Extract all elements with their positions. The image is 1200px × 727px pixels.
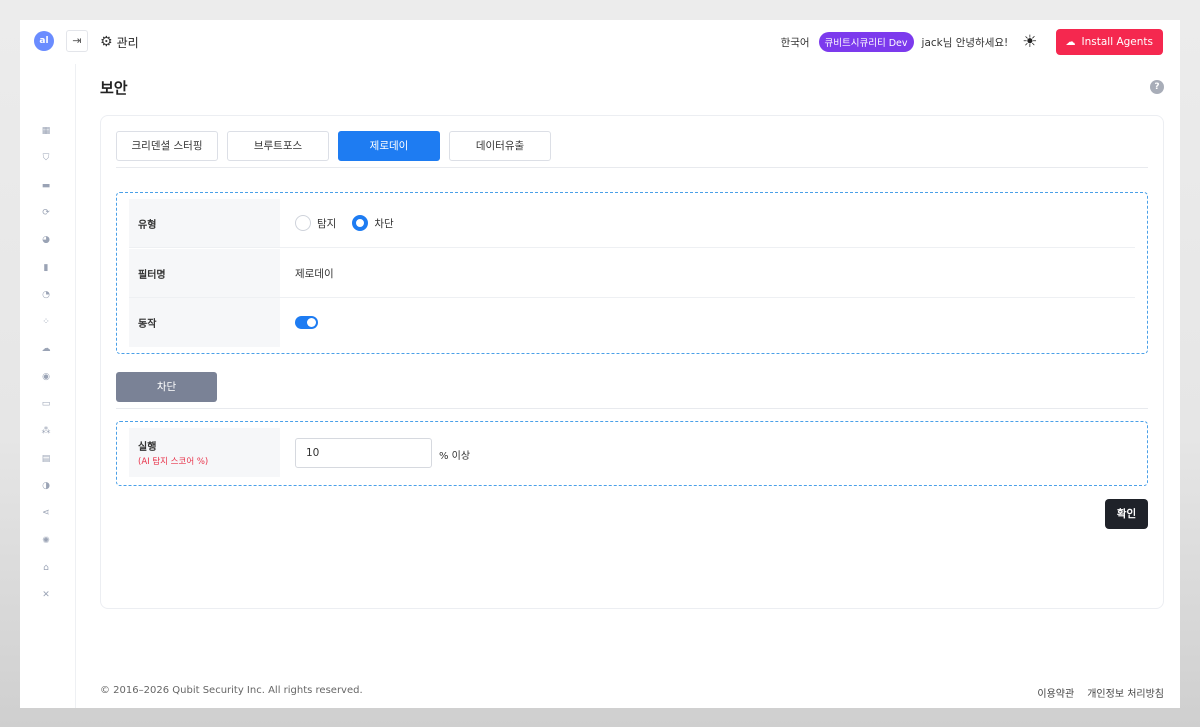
toggle-icon[interactable]: ▭: [40, 398, 52, 410]
filter-value: 제로데이: [295, 267, 334, 280]
top-bar: al ⇥ ⚙ 관리 한국어 큐비트시큐리티 Dev jack님 안녕하세요! ☀…: [20, 20, 1180, 64]
execute-label: 실행: [138, 442, 157, 453]
ai-score-input[interactable]: [295, 438, 432, 468]
tab-bar: 크리덴셜 스터핑 브루트포스 제로데이 데이터유출: [116, 131, 551, 161]
arrow-right-icon: ⇥: [72, 34, 82, 47]
action-toggle-cell: [295, 298, 318, 347]
terms-link[interactable]: 이용약관: [1037, 685, 1074, 700]
sun-small-icon[interactable]: ✺: [40, 535, 52, 547]
shield-icon[interactable]: ⛉: [40, 152, 52, 164]
radio-detect[interactable]: [295, 215, 311, 231]
toggle-knob: [307, 318, 316, 327]
language-selector[interactable]: 한국어: [781, 35, 810, 50]
logo-icon[interactable]: al: [34, 31, 54, 51]
help-icon[interactable]: ?: [1150, 80, 1164, 94]
execute-sublabel: (AI 탐지 스코어 %): [138, 457, 209, 467]
section-divider: [116, 408, 1148, 409]
sidebar-toggle-button[interactable]: ⇥: [66, 30, 88, 52]
settings-card: 크리덴셜 스터핑 브루트포스 제로데이 데이터유출 유형 탐지 차단 필터명 제…: [100, 115, 1164, 609]
tab-credential-stuffing[interactable]: 크리덴셜 스터핑: [116, 131, 218, 161]
sidebar: ▦ ⛉ ▬ ⟳ ◕ ▮ ◔ ⁘ ☁ ◉ ▭ ⁂ ▤ ◑ ⋖ ✺ ⌂ ✕: [20, 64, 76, 708]
apps-icon[interactable]: ⁘: [40, 316, 52, 328]
theme-toggle-icon[interactable]: ☀: [1022, 33, 1037, 51]
filter-row: 필터명 제로데이: [129, 249, 1135, 298]
education-icon[interactable]: ⌂: [40, 562, 52, 574]
breadcrumb-label: 관리: [116, 35, 139, 50]
privacy-link[interactable]: 개인정보 처리방침: [1087, 685, 1164, 700]
install-agents-button[interactable]: ☁ Install Agents: [1055, 29, 1163, 55]
cloud-download-icon[interactable]: ☁: [40, 343, 52, 355]
close-icon[interactable]: ✕: [40, 589, 52, 601]
action-row: 동작: [129, 298, 1135, 347]
calendar-icon[interactable]: ▤: [40, 453, 52, 465]
execute-label-cell: 실행 (AI 탐지 스코어 %): [129, 428, 280, 477]
rule-form-panel: 유형 탐지 차단 필터명 제로데이 동작: [116, 192, 1148, 354]
tab-zero-day[interactable]: 제로데이: [338, 131, 440, 161]
chart-pie-icon[interactable]: ◑: [40, 480, 52, 492]
gear-icon: ⚙: [100, 34, 113, 50]
app-window: al ⇥ ⚙ 관리 한국어 큐비트시큐리티 Dev jack님 안녕하세요! ☀…: [20, 20, 1180, 708]
radio-block-label[interactable]: 차단: [374, 216, 393, 231]
server-icon[interactable]: ▮: [40, 262, 52, 274]
copyright: © 2016–2026 Qubit Security Inc. All righ…: [100, 685, 363, 696]
action-toggle[interactable]: [295, 316, 318, 329]
footer-links: 이용약관 개인정보 처리방침: [1037, 685, 1164, 700]
score-unit: % 이상: [439, 451, 471, 462]
install-agents-label: Install Agents: [1081, 36, 1154, 48]
block-button[interactable]: 차단: [116, 372, 217, 402]
dashboard-icon[interactable]: ▦: [40, 125, 52, 137]
network-icon[interactable]: ⁂: [40, 425, 52, 437]
execute-panel: 실행 (AI 탐지 스코어 %) % 이상: [116, 421, 1148, 486]
user-greeting[interactable]: jack님 안녕하세요!: [922, 35, 1009, 50]
type-radio-group: 탐지 차단: [295, 199, 410, 247]
monitor-icon[interactable]: ▬: [40, 180, 52, 192]
tab-data-leak[interactable]: 데이터유출: [449, 131, 551, 161]
refresh-icon[interactable]: ⟳: [40, 207, 52, 219]
breadcrumb: ⚙ 관리: [100, 32, 139, 52]
action-label: 동작: [129, 298, 280, 347]
type-row: 유형 탐지 차단: [129, 199, 1135, 248]
confirm-button[interactable]: 확인: [1105, 499, 1148, 529]
tab-brute-force[interactable]: 브루트포스: [227, 131, 329, 161]
radio-detect-label[interactable]: 탐지: [317, 216, 336, 231]
loader-icon[interactable]: ◔: [40, 289, 52, 301]
globe-icon[interactable]: ◕: [40, 234, 52, 246]
share-icon[interactable]: ⋖: [40, 507, 52, 519]
cloud-icon: ☁: [1065, 36, 1076, 48]
type-label: 유형: [129, 199, 280, 247]
filter-label: 필터명: [129, 249, 280, 297]
target-icon[interactable]: ◉: [40, 371, 52, 383]
top-right-controls: 한국어 큐비트시큐리티 Dev jack님 안녕하세요! ☀ ☁ Install…: [781, 29, 1163, 55]
radio-block[interactable]: [352, 215, 369, 231]
environment-badge: 큐비트시큐리티 Dev: [818, 32, 914, 52]
tab-divider: [116, 167, 1148, 168]
page-title: 보안: [100, 79, 128, 97]
